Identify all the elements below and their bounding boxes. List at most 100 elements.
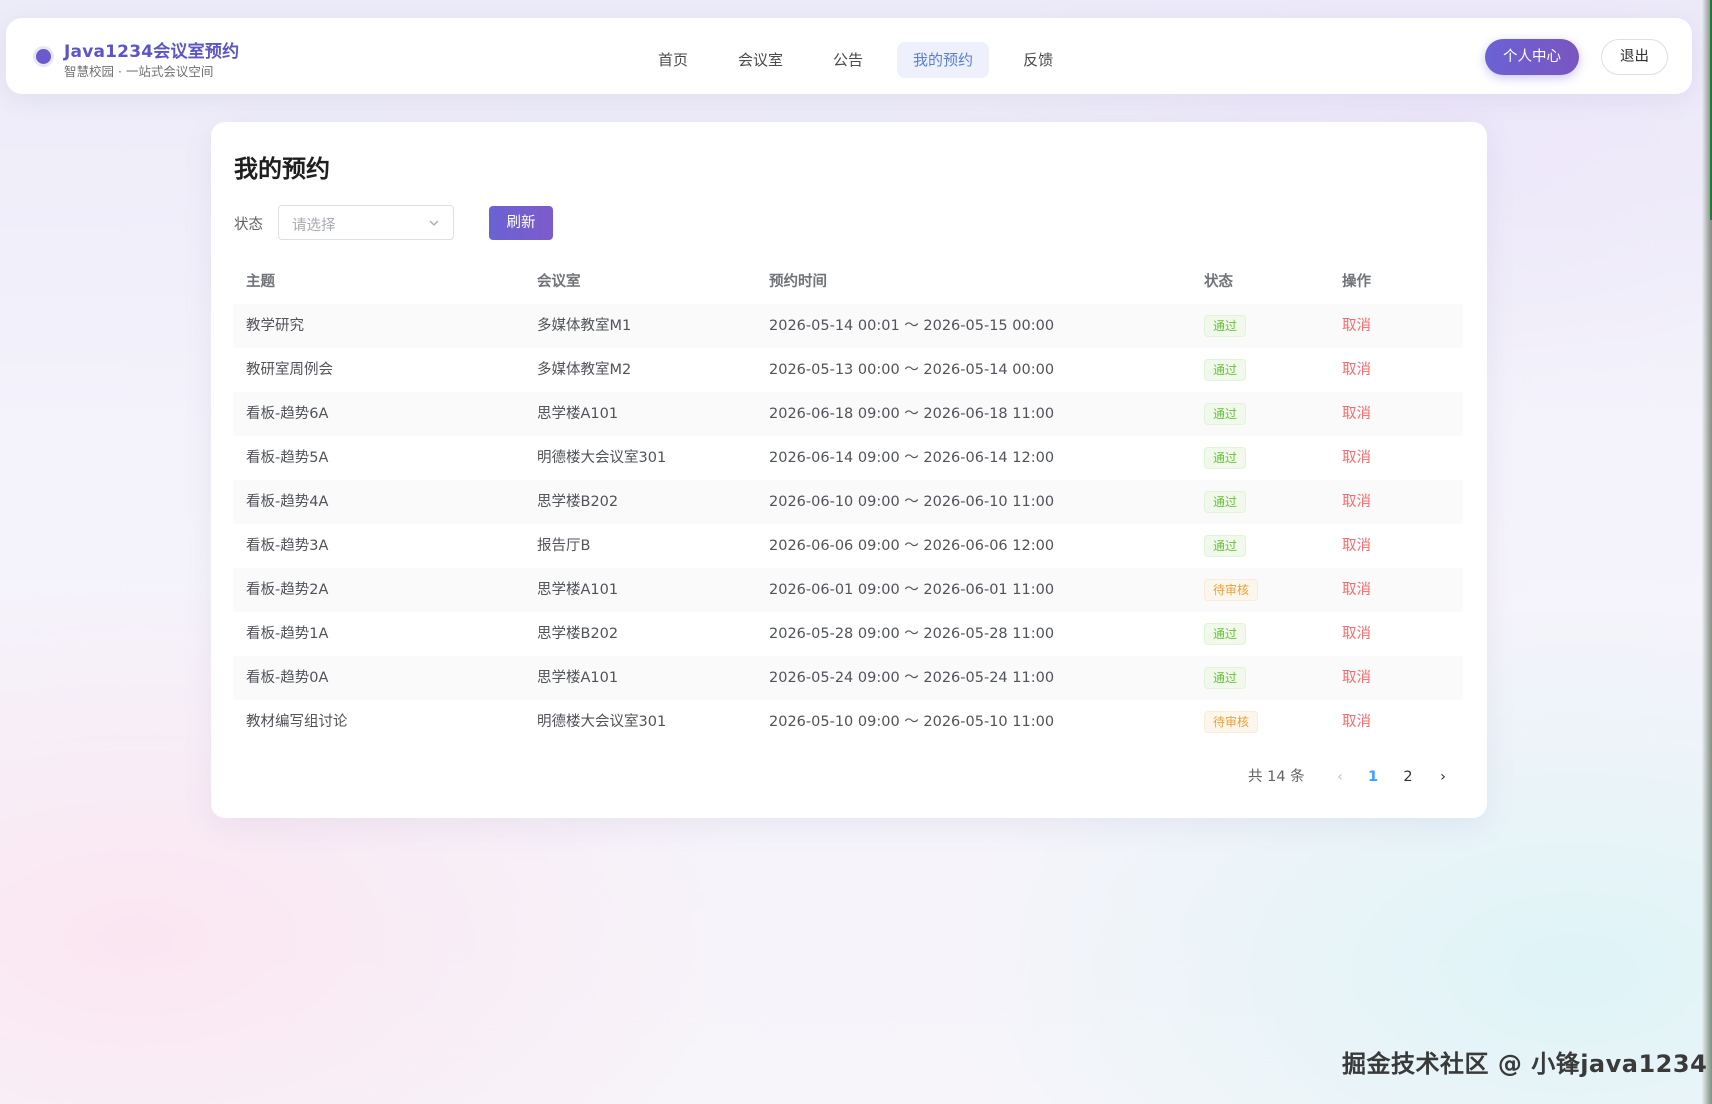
cell-action: 取消 (1342, 524, 1371, 568)
table-body: 教学研究 多媒体教室M1 2026-05-14 00:01 ～ 2026-05-… (233, 304, 1463, 744)
logout-button[interactable]: 退出 (1601, 39, 1668, 75)
top-header: Java1234会议室预约 智慧校园 · 一站式会议空间 首页 会议室 公告 我… (6, 18, 1692, 94)
cell-time: 2026-06-10 09:00 ～ 2026-06-10 11:00 (769, 494, 1055, 510)
status-badge: 通过 (1204, 623, 1247, 645)
table-row: 看板-趋势0A 思学楼A101 2026-05-24 09:00 ～ 2026-… (233, 656, 1463, 700)
status-badge: 通过 (1204, 315, 1247, 337)
status-badge: 通过 (1204, 667, 1247, 689)
cell-action: 取消 (1342, 568, 1371, 612)
cell-topic: 教材编写组讨论 (246, 714, 348, 730)
cell-room: 思学楼A101 (537, 670, 619, 686)
cell-time: 2026-06-01 09:00 ～ 2026-06-01 11:00 (769, 582, 1055, 598)
brand-title[interactable]: Java1234会议室预约 (64, 37, 239, 62)
table-row: 看板-趋势1A 思学楼B202 2026-05-28 09:00 ～ 2026-… (233, 612, 1463, 656)
cell-status: 通过 (1204, 392, 1247, 436)
table-row: 教研室周例会 多媒体教室M2 2026-05-13 00:00 ～ 2026-0… (233, 348, 1463, 392)
nav-item-my-bookings[interactable]: 我的预约 (897, 42, 990, 78)
cell-action: 取消 (1342, 612, 1371, 656)
cell-action: 取消 (1342, 480, 1371, 524)
col-header-status: 状态 (1204, 274, 1233, 290)
pagination-total: 共 14 条 (1248, 769, 1305, 785)
cell-status: 通过 (1204, 612, 1247, 656)
chevron-left-icon[interactable]: ‹ (1330, 763, 1350, 791)
cell-time: 2026-06-06 09:00 ～ 2026-06-06 12:00 (769, 538, 1055, 554)
cell-status: 通过 (1204, 480, 1247, 524)
page-2-button[interactable]: 2 (1398, 763, 1418, 791)
cancel-link[interactable]: 取消 (1342, 582, 1371, 598)
cell-topic: 看板-趋势6A (246, 406, 329, 422)
table-row: 看板-趋势2A 思学楼A101 2026-06-01 09:00 ～ 2026-… (233, 568, 1463, 612)
cell-action: 取消 (1342, 656, 1371, 700)
cell-status: 通过 (1204, 304, 1247, 348)
cell-room: 思学楼B202 (537, 626, 619, 642)
table-row: 教学研究 多媒体教室M1 2026-05-14 00:01 ～ 2026-05-… (233, 304, 1463, 348)
cell-room: 思学楼A101 (537, 406, 619, 422)
status-badge: 通过 (1204, 447, 1247, 469)
cancel-link[interactable]: 取消 (1342, 714, 1371, 730)
col-header-time: 预约时间 (769, 274, 827, 290)
chevron-down-icon (429, 220, 439, 226)
status-badge: 待审核 (1204, 711, 1259, 733)
status-badge: 通过 (1204, 535, 1247, 557)
nav-item-home[interactable]: 首页 (642, 42, 704, 78)
cell-action: 取消 (1342, 348, 1371, 392)
cell-time: 2026-05-14 00:01 ～ 2026-05-15 00:00 (769, 318, 1055, 334)
cancel-link[interactable]: 取消 (1342, 670, 1371, 686)
cell-action: 取消 (1342, 304, 1371, 348)
cell-status: 通过 (1204, 348, 1247, 392)
cancel-link[interactable]: 取消 (1342, 538, 1371, 554)
cell-topic: 教学研究 (246, 318, 304, 334)
cell-time: 2026-06-14 09:00 ～ 2026-06-14 12:00 (769, 450, 1055, 466)
cell-topic: 看板-趋势1A (246, 626, 329, 642)
brand-subtitle: 智慧校园 · 一站式会议空间 (64, 64, 214, 79)
cell-status: 通过 (1204, 524, 1247, 568)
cancel-link[interactable]: 取消 (1342, 362, 1371, 378)
nav-item-feedback[interactable]: 反馈 (1007, 42, 1069, 78)
cell-room: 思学楼A101 (537, 582, 619, 598)
cell-action: 取消 (1342, 436, 1371, 480)
col-header-room: 会议室 (537, 274, 581, 290)
cell-status: 通过 (1204, 656, 1247, 700)
cell-topic: 看板-趋势4A (246, 494, 329, 510)
cell-topic: 看板-趋势5A (246, 450, 329, 466)
cell-action: 取消 (1342, 392, 1371, 436)
cell-topic: 看板-趋势3A (246, 538, 329, 554)
nav-item-notices[interactable]: 公告 (817, 42, 879, 78)
logo-dot-icon (36, 49, 51, 64)
col-header-action: 操作 (1342, 274, 1371, 290)
table-row: 看板-趋势6A 思学楼A101 2026-06-18 09:00 ～ 2026-… (233, 392, 1463, 436)
status-filter-select[interactable]: 请选择 (278, 205, 454, 240)
cancel-link[interactable]: 取消 (1342, 406, 1371, 422)
cell-time: 2026-05-28 09:00 ～ 2026-05-28 11:00 (769, 626, 1055, 642)
chevron-right-icon[interactable]: › (1433, 763, 1453, 791)
page-1-button[interactable]: 1 (1363, 763, 1383, 791)
table-row: 看板-趋势4A 思学楼B202 2026-06-10 09:00 ～ 2026-… (233, 480, 1463, 524)
page-title: 我的预约 (234, 155, 330, 183)
col-header-topic: 主题 (246, 274, 275, 290)
nav-item-rooms[interactable]: 会议室 (722, 42, 799, 78)
main-nav: 首页 会议室 公告 我的预约 反馈 (642, 42, 1087, 78)
cell-status: 待审核 (1204, 568, 1259, 612)
profile-center-button[interactable]: 个人中心 (1485, 39, 1579, 75)
cell-status: 通过 (1204, 436, 1247, 480)
cell-room: 明德楼大会议室301 (537, 450, 667, 466)
cell-room: 明德楼大会议室301 (537, 714, 667, 730)
cancel-link[interactable]: 取消 (1342, 450, 1371, 466)
bookings-card: 我的预约 状态 请选择 刷新 主题 会议室 预约时间 状态 操作 教学研究 多媒… (211, 122, 1487, 818)
cell-time: 2026-05-24 09:00 ～ 2026-05-24 11:00 (769, 670, 1055, 686)
cancel-link[interactable]: 取消 (1342, 494, 1371, 510)
table-header: 主题 会议室 预约时间 状态 操作 (233, 260, 1463, 304)
cell-time: 2026-06-18 09:00 ～ 2026-06-18 11:00 (769, 406, 1055, 422)
cell-time: 2026-05-13 00:00 ～ 2026-05-14 00:00 (769, 362, 1055, 378)
table-row: 看板-趋势3A 报告厅B 2026-06-06 09:00 ～ 2026-06-… (233, 524, 1463, 568)
bookings-table: 主题 会议室 预约时间 状态 操作 教学研究 多媒体教室M1 2026-05-1… (233, 260, 1463, 744)
cell-topic: 看板-趋势0A (246, 670, 329, 686)
refresh-button[interactable]: 刷新 (489, 206, 553, 240)
cancel-link[interactable]: 取消 (1342, 626, 1371, 642)
cell-status: 待审核 (1204, 700, 1259, 744)
status-badge: 待审核 (1204, 579, 1259, 601)
cell-room: 多媒体教室M1 (537, 318, 632, 334)
watermark: 掘金技术社区 @ 小锋java1234 (1342, 1050, 1708, 1078)
cancel-link[interactable]: 取消 (1342, 318, 1371, 334)
cell-topic: 教研室周例会 (246, 362, 333, 378)
